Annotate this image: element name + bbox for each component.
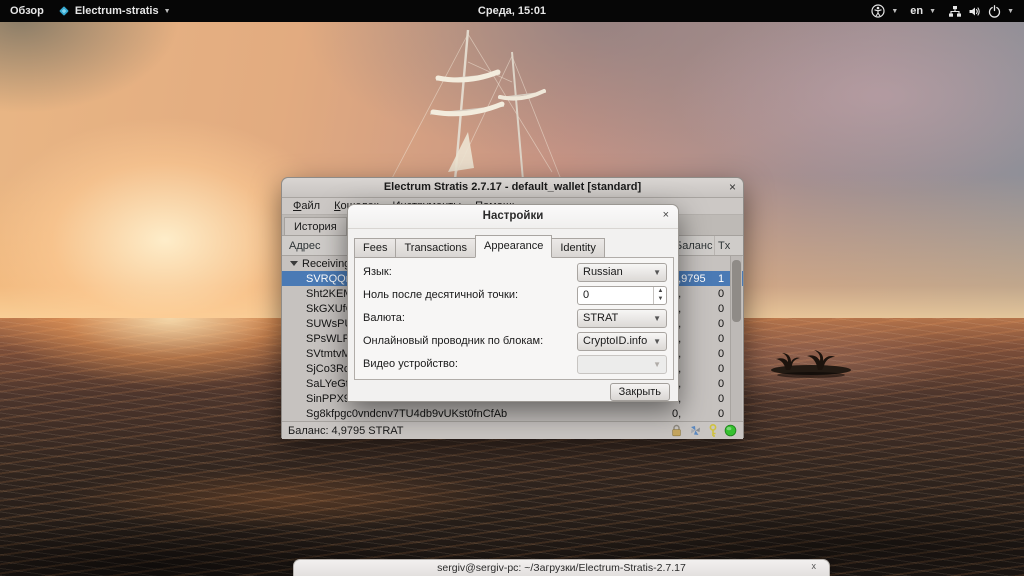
- currency-select[interactable]: STRAT ▼: [577, 309, 667, 328]
- activities-button[interactable]: Обзор: [10, 5, 44, 17]
- appearance-panel: Язык: Russian ▼ Ноль после десятичной то…: [354, 257, 674, 380]
- chevron-down-icon: ▼: [929, 8, 936, 15]
- tab-fees[interactable]: Fees: [354, 238, 396, 258]
- keyboard-layout-label: en: [910, 5, 923, 17]
- accessibility-menu[interactable]: ▼: [871, 4, 898, 18]
- island: [766, 344, 856, 378]
- table-row[interactable]: Sg8kfpgc0vndcnv7TU4db9vUKst0fnCfAb 0, 0: [282, 406, 743, 421]
- video-device-select: ▼: [577, 355, 667, 374]
- language-label: Язык:: [363, 266, 392, 278]
- decimal-zeros-label: Ноль после десятичной точки:: [363, 289, 518, 301]
- spin-down-icon[interactable]: ▼: [654, 295, 667, 303]
- balance-status: Баланс: 4,9795 STRAT: [288, 425, 404, 437]
- network-status-icon[interactable]: [724, 424, 737, 437]
- spinner-buttons[interactable]: ▲▼: [653, 287, 666, 304]
- lock-icon[interactable]: [670, 424, 683, 437]
- terminal-window-close-button[interactable]: x: [812, 561, 817, 571]
- chevron-down-icon: ▼: [653, 356, 661, 373]
- cell-address: Sg8kfpgc0vndcnv7TU4db9vUKst0fnCfAb: [282, 408, 672, 420]
- top-bar: Обзор Electrum-stratis ▼ Среда, 15:01 ▼ …: [0, 0, 1024, 22]
- currency-label: Валюта:: [363, 312, 405, 324]
- table-scrollbar[interactable]: [730, 256, 742, 421]
- language-select[interactable]: Russian ▼: [577, 263, 667, 282]
- power-icon: [988, 5, 1001, 18]
- settings-dialog-title: Настройки: [348, 205, 678, 228]
- cell-balance: 0,: [672, 408, 718, 420]
- block-explorer-select[interactable]: CryptoID.info ▼: [577, 332, 667, 351]
- tab-appearance[interactable]: Appearance: [475, 235, 552, 258]
- keyboard-layout-menu[interactable]: en ▼: [910, 5, 936, 17]
- block-explorer-value: CryptoID.info: [583, 335, 647, 347]
- settings-dialog-titlebar[interactable]: Настройки ×: [348, 205, 678, 229]
- network-icon: [948, 5, 962, 18]
- video-device-label: Видео устройство:: [363, 358, 458, 370]
- decimal-zeros-value: 0: [583, 289, 589, 301]
- chevron-down-icon: ▼: [653, 264, 661, 281]
- tab-transactions[interactable]: Transactions: [395, 238, 476, 258]
- column-header-tx[interactable]: Tx: [715, 236, 732, 255]
- wallet-statusbar: Баланс: 4,9795 STRAT: [282, 421, 743, 439]
- currency-value: STRAT: [583, 312, 618, 324]
- wallet-window-title: Electrum Stratis 2.7.17 - default_wallet…: [282, 178, 743, 197]
- terminal-window-title: sergiv@sergiv-pc: ~/Загрузки/Electrum-St…: [294, 560, 829, 576]
- tab-identity[interactable]: Identity: [551, 238, 604, 258]
- wallet-window-titlebar[interactable]: Electrum Stratis 2.7.17 - default_wallet…: [282, 178, 743, 198]
- chevron-down-icon: ▼: [653, 310, 661, 327]
- volume-icon: [968, 5, 982, 18]
- scrollbar-thumb[interactable]: [732, 260, 741, 322]
- expander-icon[interactable]: [290, 261, 298, 266]
- app-menu-button[interactable]: Electrum-stratis ▼: [58, 5, 171, 17]
- language-value: Russian: [583, 266, 623, 278]
- block-explorer-label: Онлайновый проводник по блокам:: [363, 335, 543, 347]
- menu-file[interactable]: Файл: [286, 200, 327, 212]
- seed-pinwheel-icon[interactable]: [689, 424, 702, 437]
- settings-dialog: Настройки × Fees Transactions Appearance…: [347, 204, 679, 402]
- sailing-ship: [356, 22, 606, 192]
- seed-key-icon[interactable]: [708, 424, 718, 438]
- settings-tabbar: Fees Transactions Appearance Identity: [354, 236, 604, 258]
- spin-up-icon[interactable]: ▲: [654, 287, 667, 295]
- group-label: Receiving: [302, 258, 350, 270]
- chevron-down-icon: ▼: [653, 333, 661, 350]
- terminal-window-titlebar[interactable]: sergiv@sergiv-pc: ~/Загрузки/Electrum-St…: [293, 559, 830, 576]
- app-menu-label: Electrum-stratis: [75, 5, 159, 17]
- chevron-down-icon: ▼: [164, 8, 171, 15]
- system-menu[interactable]: ▼: [948, 5, 1014, 18]
- accessibility-icon: [871, 4, 885, 18]
- wallet-window-close-button[interactable]: ×: [729, 180, 736, 195]
- tab-history[interactable]: История: [284, 217, 347, 235]
- electrum-app-icon: [58, 5, 70, 17]
- chevron-down-icon: ▼: [1007, 8, 1014, 15]
- close-settings-button[interactable]: Закрыть: [610, 383, 670, 401]
- chevron-down-icon: ▼: [891, 8, 898, 15]
- decimal-zeros-spinner[interactable]: 0 ▲▼: [577, 286, 667, 305]
- settings-dialog-close-button[interactable]: ×: [663, 209, 669, 221]
